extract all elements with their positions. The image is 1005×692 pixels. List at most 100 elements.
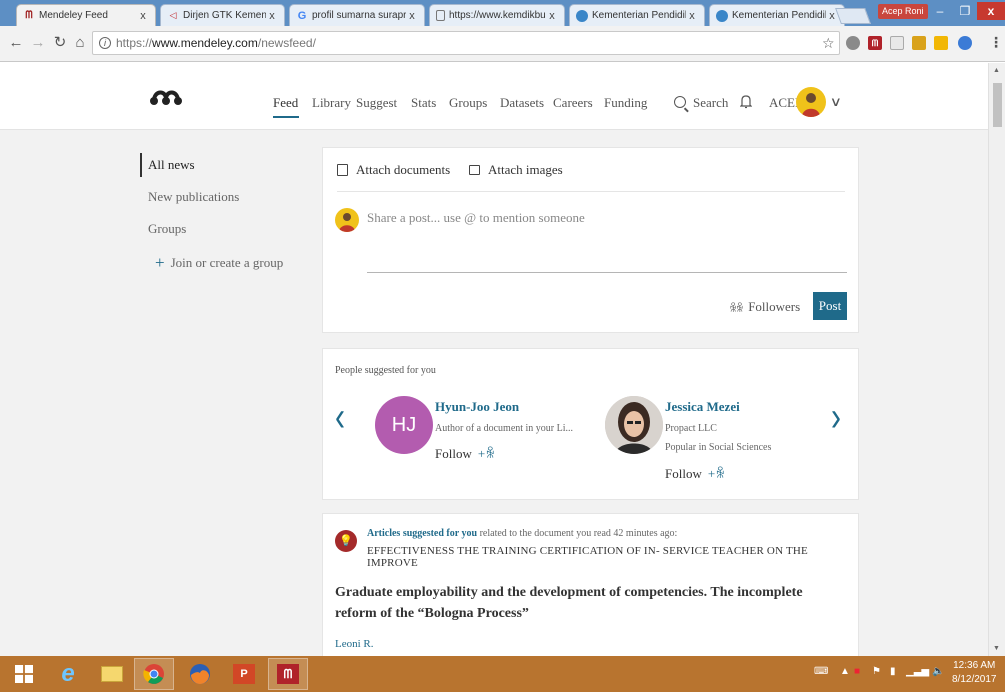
powerpoint-icon[interactable]: P [224,658,264,690]
articles-heading: Articles suggested for you related to th… [367,528,678,539]
document-extension-icon[interactable] [890,36,904,50]
nav-feed[interactable]: Feed [273,95,298,111]
post-input[interactable]: Share a post... use @ to mention someone [367,210,585,226]
page-scrollbar[interactable]: ▲ ▼ [988,63,1005,656]
article-author[interactable]: Leoni R. [335,638,374,650]
maximize-button[interactable]: ❐ [954,2,976,20]
kemdikbud-icon [716,9,728,22]
image-icon [469,165,480,175]
minimize-button[interactable]: – [928,2,952,20]
chrome-icon[interactable] [134,658,174,690]
site-info-icon[interactable]: i [99,37,111,49]
system-clock[interactable]: 12:36 AM 8/12/2017 [952,659,997,687]
follow-button[interactable]: Follow +ꆜ [665,465,725,482]
mendeley-desktop-icon[interactable]: ᗰ [268,658,308,690]
lightbulb-icon: 💡 [335,530,357,552]
add-person-icon: +ꆜ [477,446,496,461]
bookmark-star-icon[interactable]: ☆ [822,35,835,52]
chevron-down-icon[interactable]: ∨ [830,94,842,110]
tab-dirjen-gtk[interactable]: ◁ Dirjen GTK Kemendikbu x [160,4,285,26]
scroll-down-icon[interactable]: ▼ [993,645,1000,652]
back-icon[interactable]: ← [8,35,24,51]
address-bar[interactable]: i https://www.mendeley.com/newsfeed/ [92,31,840,55]
close-tab-icon[interactable]: x [266,10,278,22]
keyboard-icon[interactable]: ⌨ [814,666,828,677]
person-description: Author of a document in your Li... [435,423,574,434]
new-tab-button[interactable] [835,8,871,24]
attach-documents-button[interactable]: Attach documents [337,162,450,178]
nav-suggest[interactable]: Suggest [356,95,397,111]
carousel-next-icon[interactable]: › [831,394,841,442]
browser-profile-chip[interactable]: Acep Roni [878,4,928,19]
tab-kementerian-2[interactable]: Kementerian Pendidikan x [709,4,845,26]
active-nav-indicator [273,116,299,118]
attach-images-button[interactable]: Attach images [469,162,563,178]
person-organization: Propact LLC [665,423,717,434]
nav-datasets[interactable]: Datasets [500,95,544,111]
network-icon[interactable]: ▁▃▅ [906,666,929,677]
extension-icon[interactable] [958,36,972,50]
extension-icon[interactable] [846,36,860,50]
post-composer-card: Attach documents Attach images Share a p… [322,147,859,333]
kemdikbud-icon [576,9,588,22]
avatar[interactable] [605,396,663,454]
plus-icon: + [155,253,165,272]
close-window-button[interactable]: x [977,2,1005,20]
tab-kemdikbud-url[interactable]: https://www.kemdikbud x [429,4,565,26]
page-viewport: Feed Library Suggest Stats Groups Datase… [0,63,1005,656]
security-icon[interactable]: ■ [854,666,860,677]
nav-library[interactable]: Library [312,95,351,111]
firefox-icon[interactable] [180,658,220,690]
battery-icon[interactable]: ▮ [890,666,896,677]
nav-stats[interactable]: Stats [411,95,436,111]
tab-google-search[interactable]: G profil sumarna surapran x [289,4,425,26]
bell-icon[interactable] [740,94,752,110]
close-tab-icon[interactable]: x [406,10,418,22]
volume-icon[interactable]: 🔈 [932,666,944,677]
sidebar-item-all-news[interactable]: All news [148,157,195,173]
sidebar-item-new-publications[interactable]: New publications [148,189,239,205]
mendeley-extension-icon[interactable]: ᗰ [868,36,882,50]
windows-start-icon[interactable] [4,658,44,690]
scrollbar-thumb[interactable] [993,83,1002,127]
input-underline [367,272,847,273]
nav-funding[interactable]: Funding [604,95,647,111]
extension-icon[interactable] [912,36,926,50]
join-group-link[interactable]: + Join or create a group [155,253,283,273]
search-link[interactable]: Search [693,95,728,111]
audience-selector[interactable]: ꆜꆜ Followers [729,299,800,315]
browser-toolbar: ← → ↻ ⌂ i https://www.mendeley.com/newsf… [0,26,1005,62]
search-icon[interactable] [674,96,686,108]
home-icon[interactable]: ⌂ [72,35,88,51]
tab-mendeley-feed[interactable]: ᗰ Mendeley Feed x [16,4,156,26]
source-document-title[interactable]: EFFECTIVENESS THE TRAINING CERTIFICATION… [367,545,858,569]
site-header: Feed Library Suggest Stats Groups Datase… [0,63,988,130]
show-hidden-icons[interactable]: ▲ [840,666,850,677]
reload-icon[interactable]: ↻ [52,35,68,51]
close-tab-icon[interactable]: x [686,10,698,22]
nav-careers[interactable]: Careers [553,95,593,111]
person-name[interactable]: Hyun-Joo Jeon [435,399,519,415]
avatar[interactable]: HJ [375,396,433,454]
sidebar-item-groups[interactable]: Groups [148,221,186,237]
close-tab-icon[interactable]: x [546,10,558,22]
person-name[interactable]: Jessica Mezei [665,399,740,415]
follow-button[interactable]: Follow +ꆜ [435,445,495,462]
forward-icon[interactable]: → [30,35,46,51]
tab-kementerian-1[interactable]: Kementerian Pendidikan x [569,4,705,26]
close-tab-icon[interactable]: x [137,10,149,22]
extension-icon[interactable] [934,36,948,50]
browser-menu-icon[interactable]: ⋮ [989,34,1003,51]
internet-explorer-icon[interactable]: e [48,658,88,690]
flag-icon[interactable]: ⚑ [872,666,881,677]
mendeley-logo-icon[interactable] [148,87,184,107]
nav-groups[interactable]: Groups [449,95,487,111]
avatar [335,208,359,232]
post-button[interactable]: Post [813,292,847,320]
avatar[interactable] [796,87,826,117]
carousel-prev-icon[interactable]: ‹ [335,394,345,442]
file-explorer-icon[interactable] [92,658,132,690]
article-title[interactable]: Graduate employability and the developme… [335,582,847,624]
document-icon [337,164,348,176]
scroll-up-icon[interactable]: ▲ [993,67,1000,74]
